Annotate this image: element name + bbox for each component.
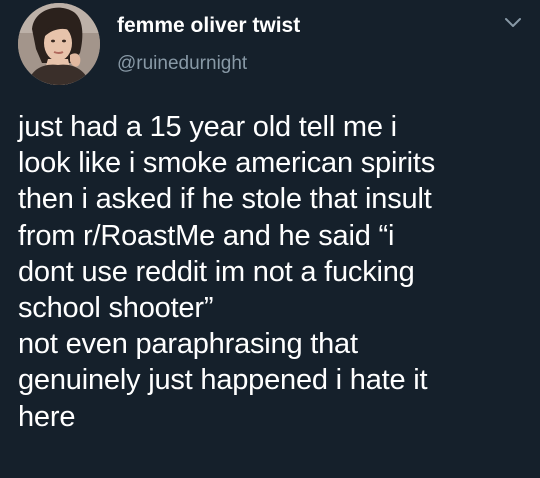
tweet-text-line: genuinely just happened i hate it bbox=[18, 364, 428, 397]
tweet-text-line: look like i smoke american spirits bbox=[18, 147, 436, 180]
tweet-text-line: school shooter” bbox=[18, 292, 214, 325]
display-name[interactable]: femme oliver twist bbox=[117, 14, 300, 38]
tweet-text-line: dont use reddit im not a fucking bbox=[18, 255, 415, 288]
user-handle[interactable]: @ruinedurnight bbox=[117, 53, 247, 75]
tweet-text-line: then i asked if he stole that insult bbox=[18, 183, 432, 216]
tweet-text-line: not even paraphrasing that bbox=[18, 328, 358, 361]
chevron-down-icon[interactable] bbox=[503, 16, 523, 30]
avatar[interactable] bbox=[18, 3, 100, 85]
tweet-text-line: just had a 15 year old tell me i bbox=[18, 111, 397, 143]
profile-photo-icon bbox=[18, 3, 100, 85]
tweet-text-line: from r/RoastMe and he said “i bbox=[18, 219, 395, 252]
tweet-card: femme oliver twist @ruinedurnight just h… bbox=[0, 0, 540, 478]
tweet-text-line: here bbox=[18, 400, 76, 433]
tweet-text: just had a 15 year old tell me i look li… bbox=[18, 109, 533, 435]
